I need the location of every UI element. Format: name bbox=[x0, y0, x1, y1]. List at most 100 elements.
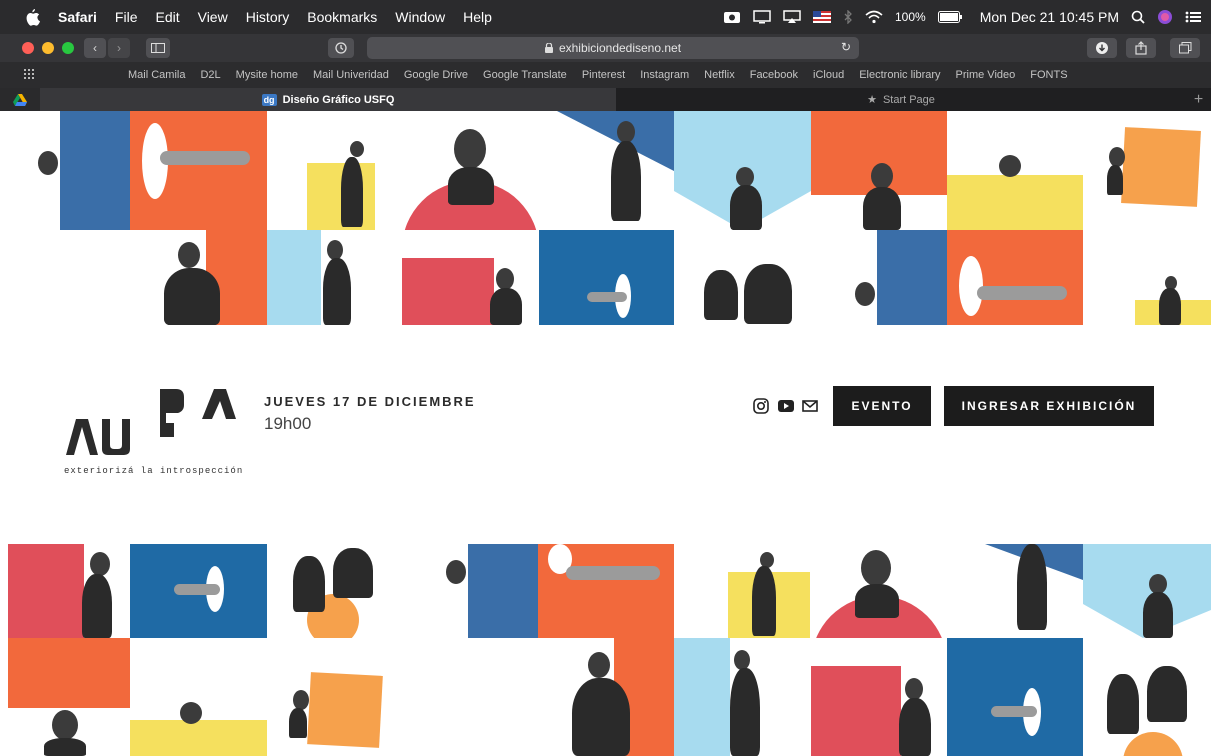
address-bar[interactable]: exhibiciondediseno.net ↻ bbox=[367, 37, 859, 59]
collage-tile bbox=[440, 544, 538, 638]
collage-tile bbox=[539, 230, 674, 325]
wifi-icon[interactable] bbox=[865, 10, 883, 24]
safari-toolbar: ‹ › exhibiciondediseno.net ↻ bbox=[0, 34, 1211, 62]
new-tab-button[interactable]: + bbox=[1186, 88, 1211, 111]
spotlight-search-icon[interactable] bbox=[1131, 10, 1145, 24]
collage-tile bbox=[538, 544, 674, 638]
siri-icon[interactable] bbox=[1157, 9, 1173, 25]
clock[interactable]: Mon Dec 21 10:45 PM bbox=[980, 9, 1119, 25]
collage-tile bbox=[811, 544, 947, 638]
collage-tile bbox=[710, 544, 811, 638]
apple-icon[interactable] bbox=[24, 8, 42, 26]
collage-tile bbox=[538, 638, 674, 756]
menu-file[interactable]: File bbox=[115, 9, 138, 25]
tab-start-page[interactable]: ★ Start Page bbox=[616, 88, 1186, 111]
menu-bookmarks[interactable]: Bookmarks bbox=[307, 9, 377, 25]
collage-tile bbox=[1083, 638, 1211, 756]
share-icon bbox=[1135, 41, 1147, 55]
bookmark-item[interactable]: Mysite home bbox=[236, 69, 298, 81]
collage-tile bbox=[811, 638, 947, 756]
zoom-window-button[interactable] bbox=[62, 42, 74, 54]
event-time: 19h00 bbox=[264, 414, 312, 433]
collage-tile bbox=[947, 638, 1083, 756]
menu-edit[interactable]: Edit bbox=[155, 9, 179, 25]
collage-tile bbox=[267, 638, 402, 756]
tabs-icon bbox=[1178, 42, 1191, 54]
menu-view[interactable]: View bbox=[198, 9, 228, 25]
star-icon: ★ bbox=[867, 94, 877, 106]
grid-apps-icon[interactable] bbox=[24, 68, 36, 82]
collage-tile bbox=[267, 544, 402, 638]
bookmark-item[interactable]: Instagram bbox=[640, 69, 689, 81]
flag-icon[interactable] bbox=[813, 11, 831, 23]
battery-icon[interactable] bbox=[937, 11, 962, 23]
menu-app-name[interactable]: Safari bbox=[58, 9, 97, 25]
collage-tile bbox=[674, 111, 811, 230]
bookmark-item[interactable]: Google Drive bbox=[404, 69, 468, 81]
bookmarks-bar: Mail Camila D2L Mysite home Mail Univeri… bbox=[0, 62, 1211, 88]
aura-logo bbox=[66, 389, 236, 455]
ingresar-exhibicion-button[interactable]: INGRESAR EXHIBICIÓN bbox=[944, 386, 1154, 426]
back-button[interactable]: ‹ bbox=[84, 38, 106, 58]
bookmark-item[interactable]: Mail Univeridad bbox=[313, 69, 389, 81]
tabs-overview-button[interactable] bbox=[1170, 38, 1200, 58]
chevron-left-icon: ‹ bbox=[93, 41, 97, 55]
logo-tagline: exteriorizá la introspección bbox=[64, 466, 244, 476]
tab-diseno-grafico[interactable]: dg Diseño Gráfico USFQ bbox=[40, 88, 616, 111]
airplay-icon[interactable] bbox=[783, 10, 801, 24]
web-page: exteriorizá la introspección JUEVES 17 D… bbox=[0, 111, 1211, 756]
sidebar-icon bbox=[151, 43, 165, 53]
downloads-button[interactable] bbox=[1087, 38, 1117, 58]
collage-tile bbox=[130, 111, 267, 230]
collage-tile bbox=[402, 111, 539, 230]
collage-tile bbox=[130, 230, 267, 325]
sidebar-toggle-button[interactable] bbox=[146, 38, 170, 58]
bluetooth-icon[interactable] bbox=[843, 10, 853, 24]
battery-percent: 100% bbox=[895, 10, 926, 24]
clock-icon bbox=[335, 42, 347, 54]
youtube-link[interactable] bbox=[777, 397, 795, 415]
reload-icon[interactable]: ↻ bbox=[841, 40, 851, 54]
bookmark-item[interactable]: Prime Video bbox=[956, 69, 1016, 81]
download-icon bbox=[1096, 42, 1108, 54]
email-link[interactable] bbox=[801, 397, 819, 415]
notification-center-icon[interactable] bbox=[1185, 11, 1201, 23]
bookmark-item[interactable]: Mail Camila bbox=[128, 69, 185, 81]
history-button[interactable] bbox=[328, 38, 354, 58]
menu-help[interactable]: Help bbox=[463, 9, 492, 25]
bookmark-item[interactable]: Google Translate bbox=[483, 69, 567, 81]
macos-menu-bar: Safari File Edit View History Bookmarks … bbox=[0, 0, 1211, 34]
collage-tile bbox=[402, 230, 539, 325]
bookmark-item[interactable]: Facebook bbox=[750, 69, 798, 81]
bookmark-item[interactable]: FONTS bbox=[1030, 69, 1067, 81]
collage-tile bbox=[1083, 230, 1211, 325]
collage-tile bbox=[1083, 111, 1211, 230]
tab-title: Diseño Gráfico USFQ bbox=[282, 93, 395, 106]
bookmark-item[interactable]: Netflix bbox=[704, 69, 735, 81]
google-drive-pinned-tab[interactable] bbox=[0, 88, 40, 111]
collage-tile bbox=[267, 111, 402, 230]
bookmark-item[interactable]: Pinterest bbox=[582, 69, 625, 81]
instagram-icon bbox=[753, 398, 769, 414]
forward-button[interactable]: › bbox=[108, 38, 130, 58]
evento-button[interactable]: EVENTO bbox=[833, 386, 931, 426]
collage-tile bbox=[1083, 544, 1211, 638]
share-button[interactable] bbox=[1126, 38, 1156, 58]
bookmark-item[interactable]: D2L bbox=[200, 69, 220, 81]
collage-tile bbox=[811, 230, 947, 325]
bookmark-item[interactable]: Electronic library bbox=[859, 69, 940, 81]
display-icon[interactable] bbox=[753, 10, 771, 24]
collage-tile bbox=[811, 111, 947, 230]
instagram-link[interactable] bbox=[752, 397, 770, 415]
collage-tile bbox=[8, 638, 130, 756]
screen: { "menubar": { "app_name": "Safari", "it… bbox=[0, 0, 1211, 756]
menu-history[interactable]: History bbox=[246, 9, 290, 25]
menu-window[interactable]: Window bbox=[395, 9, 445, 25]
bookmark-item[interactable]: iCloud bbox=[813, 69, 844, 81]
minimize-window-button[interactable] bbox=[42, 42, 54, 54]
tab-title: Start Page bbox=[882, 93, 935, 106]
tab-bar: dg Diseño Gráfico USFQ ★ Start Page + bbox=[0, 88, 1211, 111]
close-window-button[interactable] bbox=[22, 42, 34, 54]
camera-icon[interactable] bbox=[723, 10, 741, 24]
envelope-icon bbox=[802, 400, 818, 412]
